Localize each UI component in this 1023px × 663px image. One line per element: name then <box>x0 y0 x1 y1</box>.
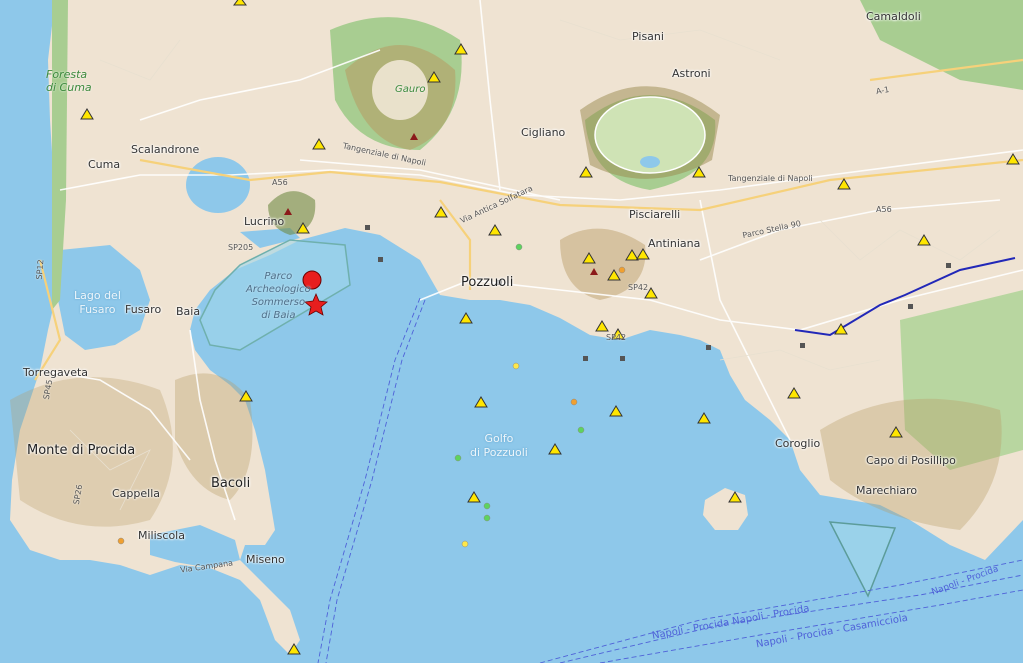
label-foresta-di-cuma: Foresta di Cuma <box>46 68 92 94</box>
map-canvas[interactable] <box>0 0 1023 663</box>
quake-dot <box>117 537 125 545</box>
label-parco-sommerso: Parco Archeologico Sommerso di Baia <box>246 271 311 321</box>
label-camaldoli: Camaldoli <box>866 10 921 23</box>
label-astroni: Astroni <box>672 67 711 80</box>
label-cigliano: Cigliano <box>521 126 566 139</box>
quake-dot <box>577 426 585 434</box>
label-road-sp205: SP205 <box>228 243 254 252</box>
label-road-sp12: SP12 <box>34 259 46 280</box>
label-golfo-di-pozzuoli: Golfo di Pozzuoli <box>470 432 528 459</box>
label-torregaveta: Torregaveta <box>23 366 89 379</box>
quake-dot <box>570 398 578 406</box>
label-road-a56-east: A56 <box>876 205 892 214</box>
label-lucrino: Lucrino <box>244 215 285 228</box>
label-monte-di-procida: Monte di Procida <box>27 443 136 458</box>
label-miliscola: Miliscola <box>138 529 185 542</box>
label-scalandrone: Scalandrone <box>131 143 200 156</box>
label-pisani: Pisani <box>632 30 664 43</box>
label-fusaro: Fusaro <box>125 303 162 316</box>
label-bacoli: Bacoli <box>211 476 251 491</box>
label-pisciarelli: Pisciarelli <box>629 208 681 221</box>
quake-dot <box>454 454 462 462</box>
lake-astroni <box>640 156 660 168</box>
label-road-a56-west: A56 <box>272 178 288 187</box>
label-miseno: Miseno <box>246 553 285 566</box>
label-cappella: Cappella <box>112 487 161 500</box>
label-road-sp42: SP42 <box>628 283 649 292</box>
label-capo-di-posillipo: Capo di Posillipo <box>866 454 956 467</box>
quake-dot <box>515 243 523 251</box>
label-gauro: Gauro <box>395 84 426 95</box>
quake-dot <box>461 540 469 548</box>
label-cuma: Cuma <box>88 158 121 171</box>
quake-dot <box>483 514 491 522</box>
quake-dot <box>618 266 626 274</box>
label-coroglio: Coroglio <box>775 437 821 450</box>
label-baia: Baia <box>176 305 201 318</box>
label-marechiaro: Marechiaro <box>856 484 918 497</box>
quake-dot <box>512 362 520 370</box>
label-lago-del-fusaro: Lago del Fusaro <box>74 289 121 316</box>
quake-dot <box>483 502 491 510</box>
label-pozzuoli: Pozzuoli <box>461 275 514 290</box>
label-antiniana: Antiniana <box>648 237 701 250</box>
lake-averno <box>186 157 250 213</box>
label-road-tangenziale-east: Tangenziale di Napoli <box>728 174 813 183</box>
label-road-sp42b: SP42 <box>606 333 627 342</box>
